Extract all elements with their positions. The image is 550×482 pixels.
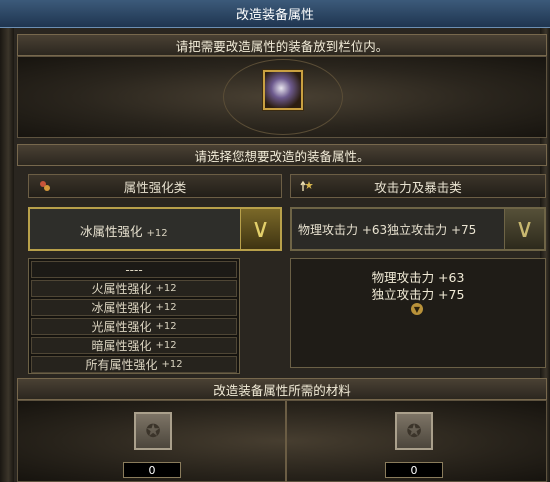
dropdown-option[interactable]: 光属性强化 +12 <box>31 318 237 335</box>
attribute-choose-instruction: 请选择您想要改造的装备属性。 <box>17 144 547 166</box>
left-dropdown-button[interactable]: ∨ <box>240 209 280 249</box>
expand-down-icon[interactable]: ▼ <box>411 303 423 315</box>
chevron-down-icon: ∨ <box>514 214 535 244</box>
left-selected-label: 冰属性强化 <box>80 224 143 239</box>
materials-title: 改造装备属性所需的材料 <box>17 378 547 400</box>
attribute-detail-panel: 物理攻击力 +63 独立攻击力 +75 ▼ <box>290 258 546 368</box>
pentagram-icon: ✪ <box>406 420 422 442</box>
material-slot[interactable]: ✪ <box>395 412 433 450</box>
chevron-down-icon: ∨ <box>250 214 271 244</box>
material-slot[interactable]: ✪ <box>134 412 172 450</box>
elements-icon <box>37 178 53 194</box>
left-dropdown-list: ---- 火属性强化 +12 冰属性强化 +12 光属性强化 +12 暗属性强化 +12… <box>28 258 240 374</box>
divider <box>285 401 287 482</box>
material-count: 0 <box>385 462 443 478</box>
window-title: 改造装备属性 <box>0 0 550 28</box>
dropdown-option[interactable]: 所有属性强化 +12 <box>31 356 237 373</box>
materials-panel <box>17 400 547 482</box>
dropdown-option[interactable]: 冰属性强化 +12 <box>31 299 237 316</box>
dropdown-separator: ---- <box>31 261 237 278</box>
detail-line: 独立攻击力 +75 <box>371 287 465 302</box>
pentagram-icon: ✪ <box>145 420 161 442</box>
equipment-slot-instruction: 请把需要改造属性的装备放到栏位内。 <box>17 34 547 56</box>
left-category-header: 属性强化类 <box>28 174 282 198</box>
right-category-label: 攻击力及暴击类 <box>374 179 462 195</box>
frame-left-border <box>0 28 14 482</box>
right-attribute-select[interactable]: 物理攻击力 +63独立攻击力 +75 ∨ <box>290 207 546 251</box>
dropdown-option[interactable]: 火属性强化 +12 <box>31 280 237 297</box>
equipment-slot[interactable] <box>263 70 303 110</box>
left-attribute-select[interactable]: 冰属性强化 +12 ∨ <box>28 207 282 251</box>
dropdown-option[interactable]: 暗属性强化 +12 <box>31 337 237 354</box>
material-count: 0 <box>123 462 181 478</box>
attack-up-icon <box>299 178 315 194</box>
right-category-header: 攻击力及暴击类 <box>290 174 546 198</box>
left-selected-value: +12 <box>146 228 168 239</box>
right-selected-text: 物理攻击力 +63独立攻击力 +75 <box>298 223 477 237</box>
right-dropdown-button[interactable]: ∨ <box>504 209 544 249</box>
left-category-label: 属性强化类 <box>123 179 187 195</box>
